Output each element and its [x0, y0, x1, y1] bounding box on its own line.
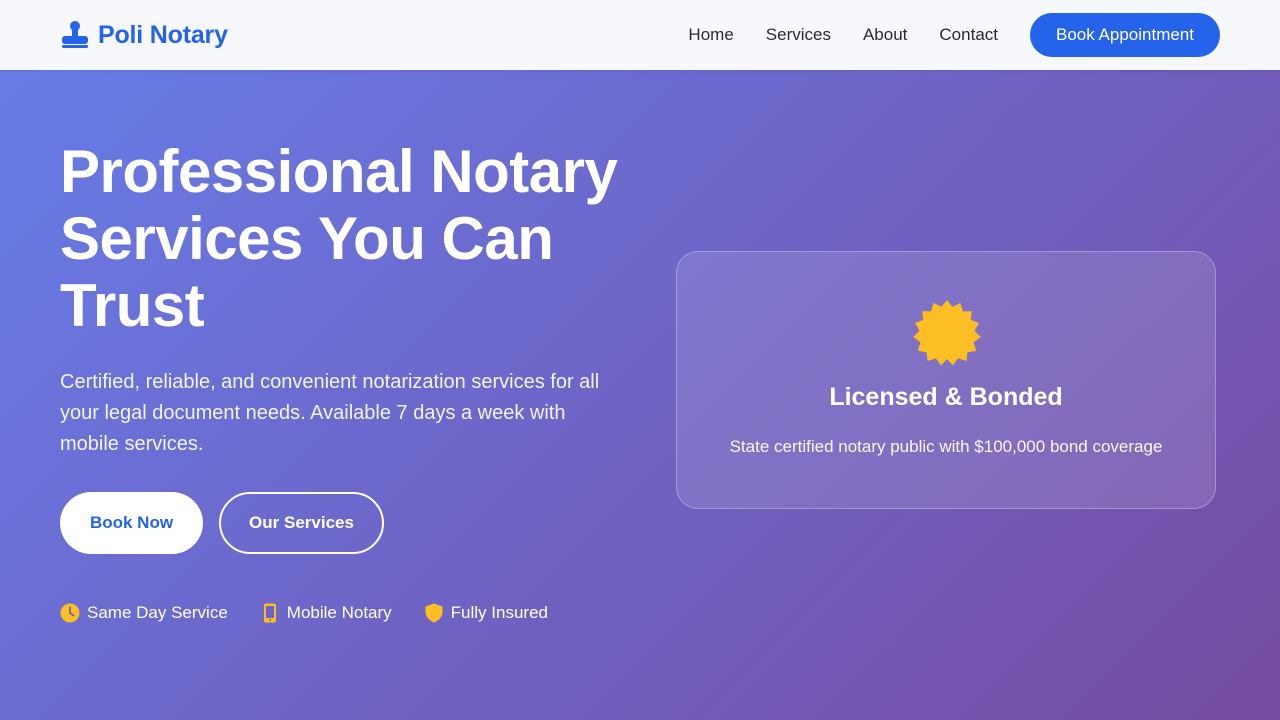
card-text: State certified notary public with $100,…: [729, 437, 1163, 456]
hero-title: Professional Notary Services You Can Tru…: [60, 138, 618, 339]
feature-label: Same Day Service: [87, 603, 228, 622]
brand-logo-link[interactable]: Poli Notary: [60, 20, 228, 50]
feature-label: Mobile Notary: [286, 603, 392, 622]
stamp-icon: [62, 21, 88, 48]
hero-subtitle: Certified, reliable, and convenient nota…: [60, 371, 600, 455]
feature-item-same-day: Same Day Service: [60, 603, 228, 623]
feature-item-mobile: Mobile Notary: [260, 603, 392, 623]
book-now-button[interactable]: Book Now: [60, 492, 203, 554]
card-title: Licensed & Bonded: [829, 383, 1063, 411]
hero-buttons: Book Now Our Services: [60, 492, 620, 554]
feature-item-insured: Fully Insured: [424, 603, 548, 623]
nav-link-about[interactable]: About: [863, 25, 907, 45]
nav-link-services[interactable]: Services: [766, 25, 831, 45]
main-nav: Home Services About Contact Book Appoint…: [688, 13, 1220, 57]
certificate-icon: [913, 300, 981, 366]
book-appointment-button[interactable]: Book Appointment: [1030, 13, 1220, 57]
shield-icon: [425, 603, 443, 623]
our-services-button[interactable]: Our Services: [219, 492, 384, 554]
top-navbar: Poli Notary Home Services About Contact …: [0, 0, 1280, 70]
clock-icon: [60, 603, 80, 623]
feature-list: Same Day Service Mobile Notary Fully Ins…: [60, 603, 620, 623]
feature-label: Fully Insured: [450, 603, 548, 622]
hero-section: Professional Notary Services You Can Tru…: [60, 138, 620, 623]
nav-link-contact[interactable]: Contact: [939, 25, 998, 45]
licensed-card: Licensed & Bonded State certified notary…: [676, 251, 1216, 509]
brand-name: Poli Notary: [98, 20, 228, 49]
nav-link-home[interactable]: Home: [688, 25, 733, 45]
mobile-phone-icon: [263, 603, 276, 623]
